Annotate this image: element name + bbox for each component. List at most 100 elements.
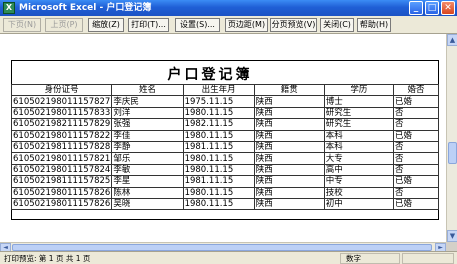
preview-toolbar: 下页(N) 上页(P) 缩放(Z) 打印(T)... 设置(S)... 页边距(… — [0, 16, 457, 34]
cell-id: 610502198011157833 — [10, 106, 113, 120]
table-row: 610502198011157826 吴晓 1980.11.15 陕西 初中 已… — [10, 197, 439, 211]
cell-id: 610502198011157826 — [10, 197, 113, 211]
vertical-scrollbar[interactable]: ▲ ▼ — [446, 34, 457, 242]
header-id: 身份证号 — [10, 83, 113, 97]
register-table: 身份证号 姓名 出生年月 籍贯 学历 婚否 610502198011157827… — [10, 83, 439, 211]
window-title: Microsoft Excel - 户口登记簿 — [19, 3, 152, 13]
table-row: 610502198011157822 李佳 1980.11.15 陕西 本科 已… — [10, 129, 439, 142]
cell-id: 610502198011157827 — [10, 95, 113, 108]
setup-button[interactable]: 设置(S)... — [175, 18, 220, 32]
header-married: 婚否 — [393, 83, 439, 97]
vertical-scroll-thumb[interactable] — [448, 142, 457, 164]
cell-birth: 1981.11.15 — [182, 175, 255, 188]
cell-id: 610502198211157829 — [10, 118, 113, 131]
cell-origin: 陕西 — [253, 186, 325, 199]
cell-education: 本科 — [323, 140, 395, 154]
cell-name: 李敏 — [111, 163, 184, 177]
cell-married: 否 — [393, 140, 439, 154]
close-window-button[interactable]: ✕ — [441, 1, 455, 15]
cell-birth: 1982.11.15 — [182, 118, 255, 131]
cell-origin: 陕西 — [253, 140, 325, 154]
cell-married: 已婚 — [393, 129, 439, 142]
table-row: 610502198211157829 张强 1982.11.15 陕西 研究生 … — [10, 118, 439, 131]
header-name: 姓名 — [111, 83, 184, 97]
scroll-up-icon[interactable]: ▲ — [447, 34, 457, 46]
status-panel — [402, 253, 454, 264]
minimize-button[interactable]: _ — [409, 1, 423, 15]
table-row: 610502198011157821 邹乐 1980.11.15 陕西 大专 否 — [10, 152, 439, 165]
cell-education: 中专 — [323, 175, 395, 188]
next-page-button[interactable]: 下页(N) — [3, 18, 41, 32]
cell-married: 已婚 — [393, 197, 439, 211]
cell-name: 李佳 — [111, 129, 184, 142]
cell-id: 610502198011157821 — [10, 152, 113, 165]
cell-origin: 陕西 — [253, 118, 325, 131]
cell-origin: 陕西 — [253, 197, 325, 211]
cell-id: 610502198011157822 — [10, 129, 113, 142]
table-row: 610502198011157826 陈林 1980.11.15 陕西 技校 否 — [10, 186, 439, 199]
cell-origin: 陕西 — [253, 106, 325, 120]
cell-name: 吴晓 — [111, 197, 184, 211]
cell-name: 陈林 — [111, 186, 184, 199]
status-num-mode: 数字 — [346, 254, 361, 263]
excel-icon: X — [3, 2, 15, 14]
cell-name: 邹乐 — [111, 152, 184, 165]
cell-education: 高中 — [323, 163, 395, 177]
cell-origin: 陕西 — [253, 175, 325, 188]
title-bar: X Microsoft Excel - 户口登记簿 _ □ ✕ — [0, 0, 457, 16]
cell-name: 李静 — [111, 140, 184, 154]
prev-page-button[interactable]: 上页(P) — [45, 18, 83, 32]
status-page-info: 打印预览: 第 1 页 共 1 页 — [4, 254, 91, 263]
cell-married: 否 — [393, 163, 439, 177]
table-row: 610502198011157827 李庆民 1975.11.15 陕西 博士 … — [10, 95, 439, 108]
cell-married: 否 — [393, 106, 439, 120]
cell-education: 大专 — [323, 152, 395, 165]
cell-id: 610502198011157826 — [10, 186, 113, 199]
margins-button[interactable]: 页边距(M) — [225, 18, 268, 32]
cell-origin: 陕西 — [253, 152, 325, 165]
horizontal-scroll-thumb[interactable] — [12, 244, 432, 251]
cell-education: 研究生 — [323, 106, 395, 120]
cell-married: 否 — [393, 152, 439, 165]
cell-name: 李星 — [111, 175, 184, 188]
cell-education: 博士 — [323, 95, 395, 108]
cell-origin: 陕西 — [253, 95, 325, 108]
table-row: 610502198111157828 李静 1981.11.15 陕西 本科 否 — [10, 140, 439, 154]
cell-birth: 1980.11.15 — [182, 197, 255, 211]
cell-id: 610502198111157828 — [10, 140, 113, 154]
cell-id: 610502198111157825 — [10, 175, 113, 188]
cell-education: 初中 — [323, 197, 395, 211]
cell-married: 否 — [393, 186, 439, 199]
table-row: 610502198011157833 刘洋 1980.11.15 陕西 研究生 … — [10, 106, 439, 120]
cell-education: 本科 — [323, 129, 395, 142]
table-row: 610502198111157825 李星 1981.11.15 陕西 中专 已… — [10, 175, 439, 188]
header-birth: 出生年月 — [182, 83, 255, 97]
sheet-title: 户口登记簿 — [167, 67, 253, 83]
page-break-preview-button[interactable]: 分页预览(V) — [270, 18, 317, 32]
header-education: 学历 — [323, 83, 395, 97]
maximize-button[interactable]: □ — [425, 1, 439, 15]
cell-married: 已婚 — [393, 95, 439, 108]
cell-birth: 1980.11.15 — [182, 152, 255, 165]
print-preview-page: 户口登记簿 身份证号 姓名 出生年月 籍贯 学历 婚否 610502198011… — [0, 34, 446, 242]
close-preview-button[interactable]: 关闭(C) — [320, 18, 354, 32]
cell-name: 李庆民 — [111, 95, 184, 108]
cell-name: 张强 — [111, 118, 184, 131]
horizontal-scrollbar[interactable]: ◄ ► — [0, 242, 446, 252]
cell-birth: 1980.11.15 — [182, 163, 255, 177]
table-header-row: 身份证号 姓名 出生年月 籍贯 学历 婚否 — [10, 83, 439, 97]
status-bar: 打印预览: 第 1 页 共 1 页 数字 — [0, 251, 457, 264]
cell-birth: 1975.11.15 — [182, 95, 255, 108]
cell-education: 研究生 — [323, 118, 395, 131]
cell-birth: 1980.11.15 — [182, 129, 255, 142]
cell-education: 技校 — [323, 186, 395, 199]
cell-origin: 陕西 — [253, 129, 325, 142]
help-button[interactable]: 帮助(H) — [357, 18, 391, 32]
zoom-button[interactable]: 缩放(Z) — [88, 18, 124, 32]
print-button[interactable]: 打印(T)... — [128, 18, 169, 32]
scroll-down-icon[interactable]: ▼ — [447, 230, 457, 242]
cell-married: 已婚 — [393, 175, 439, 188]
cell-id: 610502198011157824 — [10, 163, 113, 177]
cell-birth: 1980.11.15 — [182, 106, 255, 120]
cell-birth: 1980.11.15 — [182, 186, 255, 199]
